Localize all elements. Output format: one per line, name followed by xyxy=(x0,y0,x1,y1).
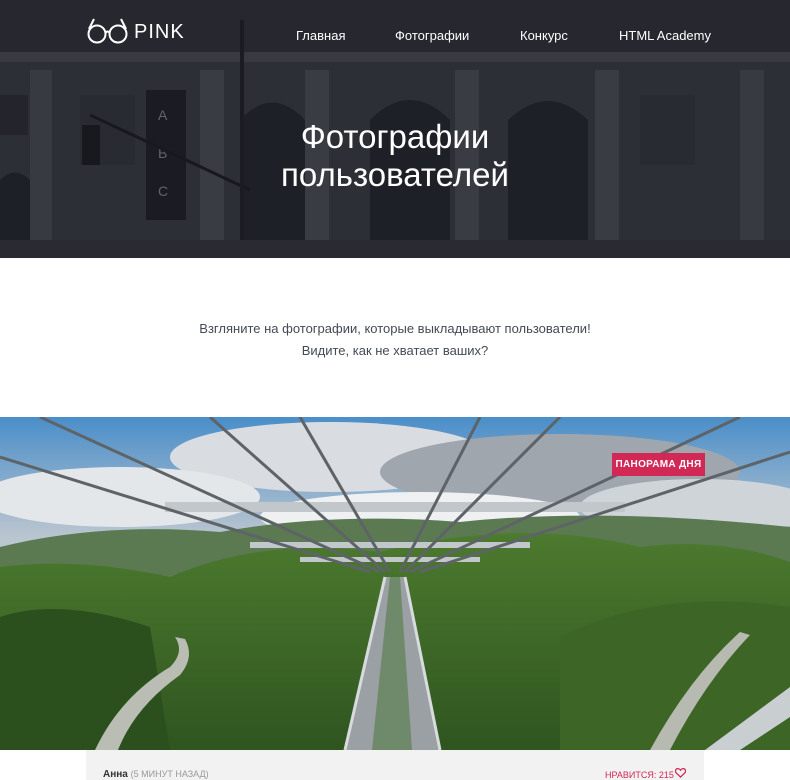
heart-icon[interactable] xyxy=(675,768,686,778)
main-nav: Главная Фотографии Конкурс HTML Academy xyxy=(0,28,790,44)
photo-caption-bar: Анна (5 МИНУТ НАЗАД) НРАВИТСЯ: 215 xyxy=(86,750,704,780)
page-title: Фотографии пользователей xyxy=(0,118,790,194)
author-info: Анна (5 МИНУТ НАЗАД) xyxy=(103,769,209,780)
intro-line2: Видите, как не хватает ваших? xyxy=(301,343,489,358)
intro-text: Взгляните на фотографии, которые выклады… xyxy=(0,318,790,362)
nav-item-html-academy[interactable]: HTML Academy xyxy=(619,28,711,43)
post-time: (5 МИНУТ НАЗАД) xyxy=(130,769,209,779)
nav-item-home[interactable]: Главная xyxy=(296,28,345,43)
page-title-line1: Фотографии xyxy=(300,118,490,155)
nav-item-contest[interactable]: Конкурс xyxy=(520,28,568,43)
nav-item-photos[interactable]: Фотографии xyxy=(395,28,469,43)
intro-line1: Взгляните на фотографии, которые выклады… xyxy=(199,321,591,336)
author-name[interactable]: Анна xyxy=(103,769,128,780)
likes-count: НРАВИТСЯ: 215 xyxy=(605,770,674,780)
panorama-badge: ПАНОРАМА ДНЯ xyxy=(612,453,705,476)
page-title-line2: пользователей xyxy=(281,156,509,193)
